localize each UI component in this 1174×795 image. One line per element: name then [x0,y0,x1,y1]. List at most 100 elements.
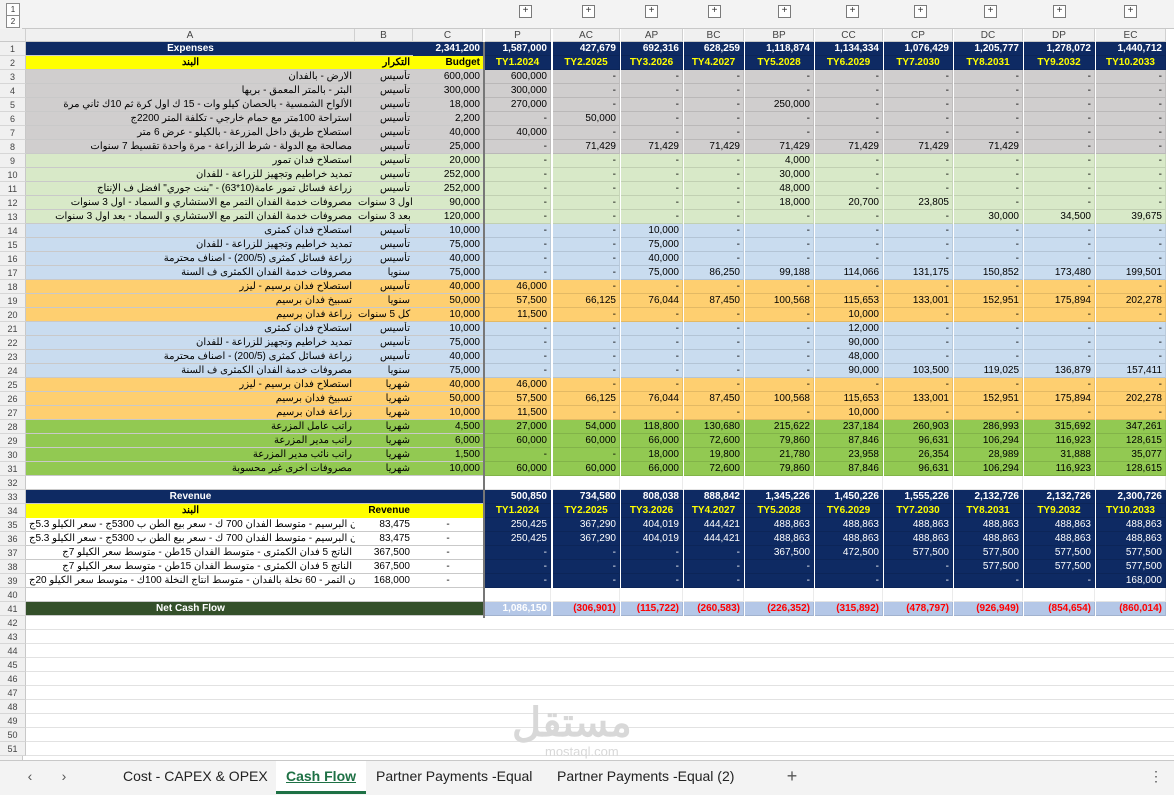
cell-item-label[interactable]: Revenue [26,490,355,504]
cell-frequency[interactable]: بعد 3 سنوات [355,210,413,224]
cell-year-value[interactable]: 71,429 [815,140,883,154]
cell-budget[interactable]: 40,000 [413,378,483,392]
cell-year-value[interactable]: - [815,126,883,140]
cell-year-value[interactable]: - [884,168,953,182]
cell-year-value[interactable]: (854,654) [1024,602,1095,616]
cell-item-label[interactable]: استصلاح فدان تمور [26,154,355,168]
cell-year-value[interactable]: - [745,308,814,322]
row-header[interactable]: 22 [0,336,26,350]
row-header[interactable]: 44 [0,644,26,658]
cell-year-value[interactable]: - [485,210,551,224]
cell-year-value[interactable]: - [684,182,744,196]
group-expand-icon[interactable]: + [708,5,721,18]
cell-item-label[interactable]: البند [26,56,355,70]
cell-year-value[interactable]: 488,863 [884,532,953,546]
cell-year-value[interactable]: 1,278,072 [1024,42,1095,56]
cell-year-value[interactable]: 106,294 [954,434,1023,448]
cell-year-value[interactable]: 66,000 [621,434,683,448]
row-header[interactable]: 46 [0,672,26,686]
cell-year-value[interactable]: - [621,154,683,168]
cell-year-value[interactable]: 150,852 [954,266,1023,280]
cell-budget[interactable] [413,476,483,490]
cell-budget[interactable]: 1,500 [413,448,483,462]
select-all-corner[interactable] [0,29,26,42]
cell-year-value[interactable]: - [1024,224,1095,238]
cell-item-label[interactable]: استصلاح فدان كمثرى [26,322,355,336]
cell-budget[interactable]: 75,000 [413,364,483,378]
cell-year-value[interactable]: - [621,322,683,336]
cell-year-value[interactable]: - [553,560,620,574]
cell-year-value[interactable]: - [954,224,1023,238]
cell-year-value[interactable]: 10,000 [621,224,683,238]
cell-item-label[interactable]: راتب نائب مدير المزرعة [26,448,355,462]
cell-year-value[interactable]: 175,894 [1024,294,1095,308]
cell-year-value[interactable]: - [954,574,1023,588]
group-expand-icon[interactable]: + [582,5,595,18]
cell-year-value[interactable]: - [815,378,883,392]
cell-year-value[interactable]: - [553,182,620,196]
cell-year-value[interactable]: - [553,98,620,112]
cell-frequency[interactable]: تأسيس [355,140,413,154]
cell-year-value[interactable]: TY3.2026 [621,504,683,518]
row-header[interactable]: 30 [0,448,26,462]
cell-budget[interactable]: 90,000 [413,196,483,210]
cell-item-label[interactable]: الناتج 5 فدان الكمثرى - متوسط الفدان 15ط… [26,560,355,574]
cell-year-value[interactable]: - [884,336,953,350]
cell-year-value[interactable]: - [745,84,814,98]
cell-year-value[interactable] [485,476,551,490]
cell-year-value[interactable]: - [684,98,744,112]
cell-year-value[interactable]: - [884,308,953,322]
cell-year-value[interactable]: 20,700 [815,196,883,210]
cell-year-value[interactable]: 250,425 [485,518,551,532]
cell-year-value[interactable]: - [954,238,1023,252]
cell-year-value[interactable]: - [621,168,683,182]
cell-year-value[interactable]: 488,863 [1096,518,1166,532]
tab-partner-payments-equal-2[interactable]: Partner Payments -Equal (2) [547,761,744,791]
cell-year-value[interactable]: 30,000 [954,210,1023,224]
cell-year-value[interactable]: - [815,154,883,168]
cell-budget[interactable]: 10,000 [413,224,483,238]
row-header[interactable]: 7 [0,126,26,140]
cell-budget[interactable]: - [413,518,483,532]
cell-year-value[interactable]: 30,000 [745,168,814,182]
cell-frequency[interactable] [355,602,413,616]
cell-year-value[interactable]: 40,000 [621,252,683,266]
column-header-c[interactable]: C [413,29,483,42]
cell-year-value[interactable]: - [745,364,814,378]
cell-year-value[interactable]: 286,993 [954,420,1023,434]
cell-year-value[interactable]: - [745,574,814,588]
cell-year-value[interactable]: - [553,252,620,266]
cell-year-value[interactable]: 315,692 [1024,420,1095,434]
cell-year-value[interactable]: (315,892) [815,602,883,616]
cell-year-value[interactable]: - [684,378,744,392]
cell-year-value[interactable]: 130,680 [684,420,744,434]
cell-year-value[interactable] [1024,476,1095,490]
cell-year-value[interactable]: 133,001 [884,294,953,308]
group-expand-icon[interactable]: + [519,5,532,18]
cell-item-label[interactable]: تسبيخ فدان برسيم [26,294,355,308]
cell-year-value[interactable]: - [815,252,883,266]
cell-year-value[interactable]: - [745,378,814,392]
cell-year-value[interactable]: (115,722) [621,602,683,616]
cell-frequency[interactable]: تأسيس [355,154,413,168]
cell-year-value[interactable]: TY1.2024 [485,504,551,518]
cell-year-value[interactable]: 500,850 [485,490,551,504]
cell-year-value[interactable]: - [1024,98,1095,112]
cell-item-label[interactable]: استصلاح فدان كمثرى [26,224,355,238]
more-options-icon[interactable]: ⋮ [1146,766,1166,786]
cell-year-value[interactable]: - [621,196,683,210]
cell-year-value[interactable]: - [1096,406,1166,420]
cell-year-value[interactable]: 1,205,777 [954,42,1023,56]
cell-item-label[interactable]: الألواح الشمسية - بالحصان كيلو وات - 15 … [26,98,355,112]
cell-year-value[interactable]: - [1024,322,1095,336]
cell-year-value[interactable]: - [1024,280,1095,294]
group-expand-icon[interactable]: + [1124,5,1137,18]
row-header[interactable]: 12 [0,196,26,210]
cell-year-value[interactable]: 1,440,712 [1096,42,1166,56]
cell-year-value[interactable]: 215,622 [745,420,814,434]
cell-year-value[interactable]: - [1096,238,1166,252]
cell-year-value[interactable]: - [1096,378,1166,392]
row-header[interactable]: 8 [0,140,26,154]
group-expand-icon[interactable]: + [846,5,859,18]
row-header[interactable]: 51 [0,742,26,756]
